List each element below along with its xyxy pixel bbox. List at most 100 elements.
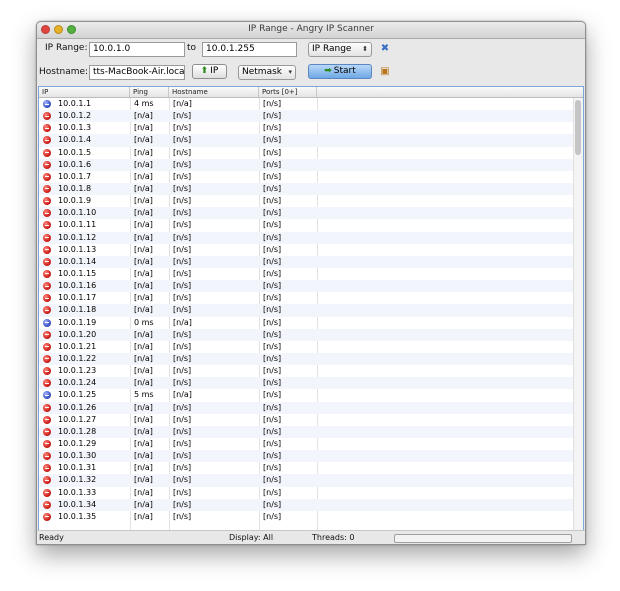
table-row[interactable]: 10.0.1.35 [n/a] [n/s] [n/s] bbox=[39, 511, 574, 523]
ports-cell: [n/s] bbox=[263, 390, 282, 400]
ip-cell: 10.0.1.4 bbox=[58, 135, 92, 145]
table-header: IP Ping Hostname Ports [0+] bbox=[39, 87, 583, 98]
host-dead-icon bbox=[43, 512, 51, 521]
host-dead-icon bbox=[43, 112, 51, 121]
host-dead-icon bbox=[43, 354, 51, 363]
ip-cell: 10.0.1.31 bbox=[58, 463, 97, 473]
ip-end-input[interactable]: 10.0.1.255 bbox=[202, 42, 297, 57]
ip-cell: 10.0.1.9 bbox=[58, 196, 92, 206]
ip-cell: 10.0.1.7 bbox=[58, 171, 92, 181]
ports-cell: [n/s] bbox=[263, 463, 282, 473]
tools-icon[interactable]: ✖ bbox=[379, 43, 391, 55]
hostname-input[interactable]: tts-MacBook-Air.local bbox=[89, 65, 185, 80]
table-row[interactable]: 10.0.1.33 [n/a] [n/s] [n/s] bbox=[39, 487, 574, 499]
ip-start-input[interactable]: 10.0.1.0 bbox=[89, 42, 185, 57]
table-row[interactable]: 10.0.1.8 [n/a] [n/s] [n/s] bbox=[39, 182, 574, 196]
feeder-select[interactable]: IP Range ⬍ bbox=[308, 42, 372, 57]
host-dead-icon bbox=[43, 233, 51, 242]
table-row[interactable]: 10.0.1.9 [n/a] [n/s] [n/s] bbox=[39, 195, 574, 207]
table-row[interactable]: 10.0.1.19 0 ms [n/a] [n/s] bbox=[39, 317, 574, 329]
table-row[interactable]: 10.0.1.24 [n/a] [n/s] [n/s] bbox=[39, 377, 574, 390]
table-row[interactable]: 10.0.1.28 [n/a] [n/s] [n/s] bbox=[39, 425, 574, 438]
ports-cell: [n/s] bbox=[263, 123, 282, 133]
column-header-ip[interactable]: IP bbox=[39, 87, 130, 97]
hostname-cell: [n/s] bbox=[173, 305, 192, 315]
hostname-cell: [n/s] bbox=[173, 256, 192, 266]
table-row[interactable]: 10.0.1.14 [n/a] [n/s] [n/s] bbox=[39, 255, 574, 268]
scrollbar-thumb[interactable] bbox=[575, 100, 581, 155]
ip-cell: 10.0.1.2 bbox=[58, 111, 92, 121]
hostname-cell: [n/s] bbox=[173, 402, 192, 412]
hostname-cell: [n/s] bbox=[173, 341, 192, 351]
ping-cell: [n/a] bbox=[134, 353, 153, 363]
ping-cell: [n/a] bbox=[134, 147, 153, 157]
scan-progress-bar bbox=[394, 534, 572, 543]
host-dead-icon bbox=[43, 367, 51, 376]
hostname-cell: [n/s] bbox=[173, 438, 192, 448]
host-dead-icon bbox=[43, 379, 51, 388]
netmask-select[interactable]: Netmask ▾ bbox=[238, 65, 296, 80]
ip-cell: 10.0.1.15 bbox=[58, 268, 97, 278]
ip-cell: 10.0.1.17 bbox=[58, 293, 97, 303]
host-dead-icon bbox=[43, 245, 51, 254]
column-header-ping[interactable]: Ping bbox=[130, 87, 169, 97]
ip-cell: 10.0.1.28 bbox=[58, 426, 97, 436]
table-row[interactable]: 10.0.1.3 [n/a] [n/s] [n/s] bbox=[39, 122, 574, 134]
host-dead-icon bbox=[43, 148, 51, 157]
table-row[interactable]: 10.0.1.13 [n/a] [n/s] [n/s] bbox=[39, 244, 574, 256]
ip-cell: 10.0.1.22 bbox=[58, 353, 97, 363]
table-row[interactable]: 10.0.1.16 [n/a] [n/s] [n/s] bbox=[39, 280, 574, 293]
table-row[interactable]: 10.0.1.30 [n/a] [n/s] [n/s] bbox=[39, 450, 574, 463]
status-bar: Ready Display: All Threads: 0 bbox=[37, 530, 585, 544]
table-row[interactable]: 10.0.1.20 [n/a] [n/s] [n/s] bbox=[39, 328, 574, 341]
hostname-cell: [n/s] bbox=[173, 426, 192, 436]
table-row[interactable]: 10.0.1.12 [n/a] [n/s] [n/s] bbox=[39, 231, 574, 244]
table-row[interactable]: 10.0.1.18 [n/a] [n/s] [n/s] bbox=[39, 304, 574, 317]
ip-button-label: IP bbox=[210, 66, 219, 76]
ip-cell: 10.0.1.20 bbox=[58, 329, 97, 339]
table-row[interactable]: 10.0.1.27 [n/a] [n/s] [n/s] bbox=[39, 414, 574, 426]
table-row[interactable]: 10.0.1.5 [n/a] [n/s] [n/s] bbox=[39, 147, 574, 159]
ping-cell: [n/a] bbox=[134, 281, 153, 291]
start-button[interactable]: ➡ Start bbox=[308, 64, 372, 79]
ping-cell: [n/a] bbox=[134, 487, 153, 497]
table-row[interactable]: 10.0.1.15 [n/a] [n/s] [n/s] bbox=[39, 268, 574, 280]
package-icon[interactable]: ▣ bbox=[379, 66, 391, 78]
table-row[interactable]: 10.0.1.31 [n/a] [n/s] [n/s] bbox=[39, 462, 574, 474]
ports-cell: [n/s] bbox=[263, 499, 282, 509]
table-row[interactable]: 10.0.1.23 [n/a] [n/s] [n/s] bbox=[39, 365, 574, 377]
hostname-cell: [n/s] bbox=[173, 183, 192, 193]
table-row[interactable]: 10.0.1.34 [n/a] [n/s] [n/s] bbox=[39, 498, 574, 511]
table-row[interactable]: 10.0.1.25 5 ms [n/a] [n/s] bbox=[39, 389, 574, 401]
host-dead-icon bbox=[43, 160, 51, 169]
ip-range-label: IP Range: bbox=[45, 43, 88, 53]
table-row[interactable]: 10.0.1.21 [n/a] [n/s] [n/s] bbox=[39, 341, 574, 353]
table-row[interactable]: 10.0.1.7 [n/a] [n/s] [n/s] bbox=[39, 171, 574, 183]
table-row[interactable]: 10.0.1.26 [n/a] [n/s] [n/s] bbox=[39, 401, 574, 414]
host-dead-icon bbox=[43, 403, 51, 412]
ip-cell: 10.0.1.14 bbox=[58, 256, 97, 266]
table-row[interactable]: 10.0.1.11 [n/a] [n/s] [n/s] bbox=[39, 219, 574, 231]
hostname-cell: [n/s] bbox=[173, 511, 192, 521]
table-row[interactable]: 10.0.1.17 [n/a] [n/s] [n/s] bbox=[39, 292, 574, 304]
ports-cell: [n/s] bbox=[263, 171, 282, 181]
ports-cell: [n/s] bbox=[263, 232, 282, 242]
vertical-scrollbar[interactable] bbox=[573, 98, 583, 530]
table-row[interactable]: 10.0.1.6 [n/a] [n/s] [n/s] bbox=[39, 158, 574, 171]
ip-cell: 10.0.1.3 bbox=[58, 123, 92, 133]
table-row[interactable]: 10.0.1.29 [n/a] [n/s] [n/s] bbox=[39, 438, 574, 450]
ping-cell: [n/a] bbox=[134, 475, 153, 485]
ports-cell: [n/s] bbox=[263, 426, 282, 436]
column-header-hostname[interactable]: Hostname bbox=[169, 87, 259, 97]
ip-cell: 10.0.1.32 bbox=[58, 475, 97, 485]
table-row[interactable]: 10.0.1.22 [n/a] [n/s] [n/s] bbox=[39, 352, 574, 366]
ip-button[interactable]: ⬆ IP bbox=[192, 64, 227, 79]
table-row[interactable]: 10.0.1.32 [n/a] [n/s] [n/s] bbox=[39, 474, 574, 487]
hostname-cell: [n/s] bbox=[173, 220, 192, 230]
column-header-ports[interactable]: Ports [0+] bbox=[259, 87, 317, 97]
table-row[interactable]: 10.0.1.2 [n/a] [n/s] [n/s] bbox=[39, 110, 574, 123]
table-row[interactable]: 10.0.1.4 [n/a] [n/s] [n/s] bbox=[39, 134, 574, 147]
hostname-cell: [n/s] bbox=[173, 208, 192, 218]
table-row[interactable]: 10.0.1.1 4 ms [n/a] [n/s] bbox=[39, 98, 574, 110]
table-row[interactable]: 10.0.1.10 [n/a] [n/s] [n/s] bbox=[39, 207, 574, 220]
